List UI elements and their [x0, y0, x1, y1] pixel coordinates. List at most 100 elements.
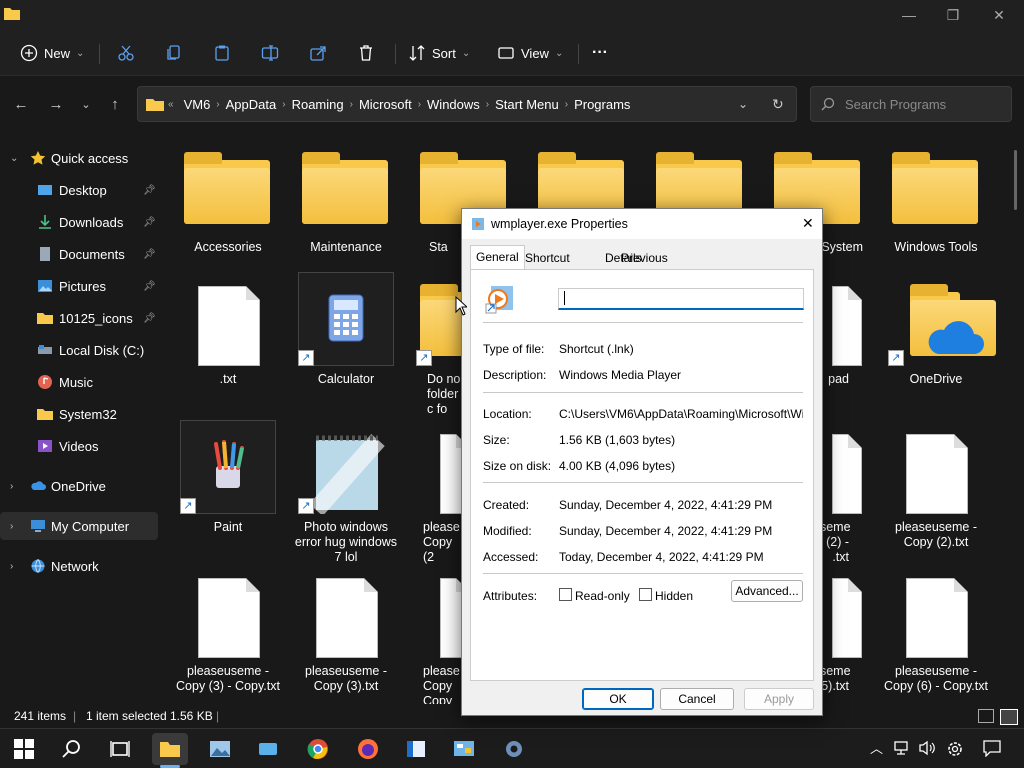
app-button[interactable] [398, 733, 434, 765]
file-item[interactable]: pleaseuseme - Copy (3) - Copy.txt [173, 572, 283, 694]
file-name-input[interactable] [558, 288, 804, 310]
settings-button[interactable] [496, 733, 532, 765]
sidebar-item-downloads[interactable]: Downloads 📌︎ [0, 208, 158, 236]
hidden-checkbox[interactable] [639, 588, 652, 601]
mouse-cursor-icon [455, 296, 467, 316]
ok-button[interactable]: OK [582, 688, 654, 710]
chevron-down-icon[interactable]: ⌄ [10, 153, 18, 164]
recent-locations-button[interactable]: ⌄ [71, 86, 101, 122]
folder-item[interactable]: Maintenance [291, 148, 401, 255]
forward-button[interactable]: → [41, 86, 71, 122]
cut-button[interactable] [117, 36, 135, 70]
breadcrumb-roaming[interactable]: Roaming [286, 97, 350, 112]
tab-previous-versions[interactable]: Previous Versions [616, 247, 673, 287]
shortcut-arrow-icon: ↗ [416, 350, 432, 366]
advanced-button[interactable]: Advanced... [731, 580, 803, 602]
minimize-button[interactable]: — [886, 0, 932, 30]
app-button[interactable] [446, 733, 482, 765]
tab-general[interactable]: General [470, 245, 525, 269]
address-bar[interactable]: « VM6 › AppData › Roaming › Microsoft › Wind… [137, 86, 797, 122]
new-button[interactable]: New ⌄ [20, 36, 84, 70]
apply-button[interactable]: Apply [744, 688, 814, 710]
file-item[interactable]: ↗ Photo windows error hug windows 7 lol [291, 428, 401, 565]
breadcrumb-windows[interactable]: Windows [421, 97, 486, 112]
sidebar-item-local-disk[interactable]: Local Disk (C:) [0, 336, 158, 364]
sidebar-item-system32[interactable]: System32 [0, 400, 158, 428]
start-button[interactable] [6, 733, 42, 765]
volume-icon[interactable] [918, 740, 936, 756]
close-button[interactable]: ✕ [976, 0, 1022, 30]
breadcrumb-programs[interactable]: Programs [568, 97, 636, 112]
file-item-calculator[interactable]: ↗ Calculator [291, 272, 401, 387]
overflow-chevron[interactable]: « [164, 99, 178, 110]
sidebar-item-network[interactable]: › Network [0, 552, 158, 580]
file-item[interactable]: pleaseuseme - Copy (3).txt [291, 572, 401, 694]
file-item[interactable]: .txt [173, 280, 283, 387]
details-view-button[interactable] [978, 709, 994, 723]
firefox-button[interactable] [350, 733, 386, 765]
network-status-icon[interactable] [894, 740, 912, 756]
sidebar-item-10125-icons[interactable]: 10125_icons 📌︎ [0, 304, 158, 332]
copy-button[interactable] [165, 36, 183, 70]
address-dropdown-icon[interactable]: ⌄ [738, 97, 748, 111]
file-item-onedrive[interactable]: ↗ OneDrive [881, 280, 996, 387]
sidebar-item-documents[interactable]: Documents 📌︎ [0, 240, 158, 268]
file-explorer-button[interactable] [152, 733, 188, 765]
sidebar-item-music[interactable]: Music [0, 368, 158, 396]
file-item[interactable]: pleaseuseme - Copy (6) - Copy.txt [881, 572, 991, 694]
sidebar-item-desktop[interactable]: Desktop 📌︎ [0, 176, 158, 204]
rename-button[interactable] [261, 36, 279, 70]
folder-icon [892, 152, 978, 224]
search-box[interactable]: Search Programs [810, 86, 1012, 122]
sidebar-item-pictures[interactable]: Pictures 📌︎ [0, 272, 158, 300]
settings-gear-icon[interactable] [946, 740, 964, 758]
read-only-checkbox[interactable] [559, 588, 572, 601]
more-options-button[interactable]: ··· [592, 36, 608, 70]
paste-button[interactable] [213, 36, 231, 70]
app-button[interactable] [250, 733, 286, 765]
chevron-right-icon[interactable]: › [10, 521, 13, 532]
sort-button[interactable]: Sort ⌄ [408, 36, 470, 70]
photos-app-button[interactable] [202, 733, 238, 765]
cancel-button[interactable]: Cancel [660, 688, 734, 710]
search-button[interactable] [54, 733, 90, 765]
tab-shortcut[interactable]: Shortcut [520, 247, 575, 269]
large-icons-view-button[interactable] [1000, 709, 1018, 725]
up-button[interactable]: ↑ [100, 86, 130, 122]
folder-item[interactable]: Accessories [173, 148, 283, 255]
shortcut-arrow-icon: ↗ [298, 498, 314, 514]
file-item-paint[interactable]: ↗ Paint [173, 420, 283, 535]
folder-icon [302, 152, 388, 224]
share-button[interactable] [309, 36, 327, 70]
wmplayer-icon [485, 286, 513, 314]
sidebar-item-onedrive[interactable]: › OneDrive [0, 472, 158, 500]
sidebar-item-quick-access[interactable]: ⌄ Quick access [0, 144, 158, 172]
sidebar-item-my-computer[interactable]: › My Computer [0, 512, 158, 540]
notification-icon[interactable] [982, 739, 1002, 757]
delete-button[interactable] [357, 36, 375, 70]
file-item[interactable]: pleaseuseme - Copy (2).txt [881, 428, 991, 550]
search-input[interactable]: Search Programs [845, 97, 946, 112]
view-button[interactable]: View ⌄ [497, 36, 563, 70]
chevron-right-icon[interactable]: › [10, 481, 13, 492]
notepad-icon [309, 434, 385, 514]
firefox-icon [358, 739, 378, 759]
breadcrumb-vm6[interactable]: VM6 [178, 97, 217, 112]
dialog-close-button[interactable]: ✕ [802, 215, 814, 232]
chevron-up-icon[interactable]: ︿ [870, 738, 883, 757]
refresh-icon[interactable]: ↻ [772, 96, 784, 113]
back-button[interactable]: ← [6, 86, 36, 122]
breadcrumb-appdata[interactable]: AppData [220, 97, 283, 112]
sidebar-item-videos[interactable]: Videos [0, 432, 158, 460]
folder-item[interactable]: Windows Tools [881, 148, 991, 255]
breadcrumb-start-menu[interactable]: Start Menu [489, 97, 565, 112]
breadcrumb-microsoft[interactable]: Microsoft [353, 97, 418, 112]
sidebar-item-label: OneDrive [51, 478, 106, 494]
maximize-button[interactable]: ❐ [930, 0, 976, 30]
chevron-right-icon[interactable]: › [10, 561, 13, 572]
task-view-button[interactable] [102, 733, 138, 765]
size-value: 1.56 KB (1,603 bytes) [559, 433, 676, 447]
chrome-button[interactable] [300, 733, 336, 765]
sidebar-item-label: Music [59, 374, 93, 390]
scrollbar[interactable] [1014, 150, 1017, 210]
